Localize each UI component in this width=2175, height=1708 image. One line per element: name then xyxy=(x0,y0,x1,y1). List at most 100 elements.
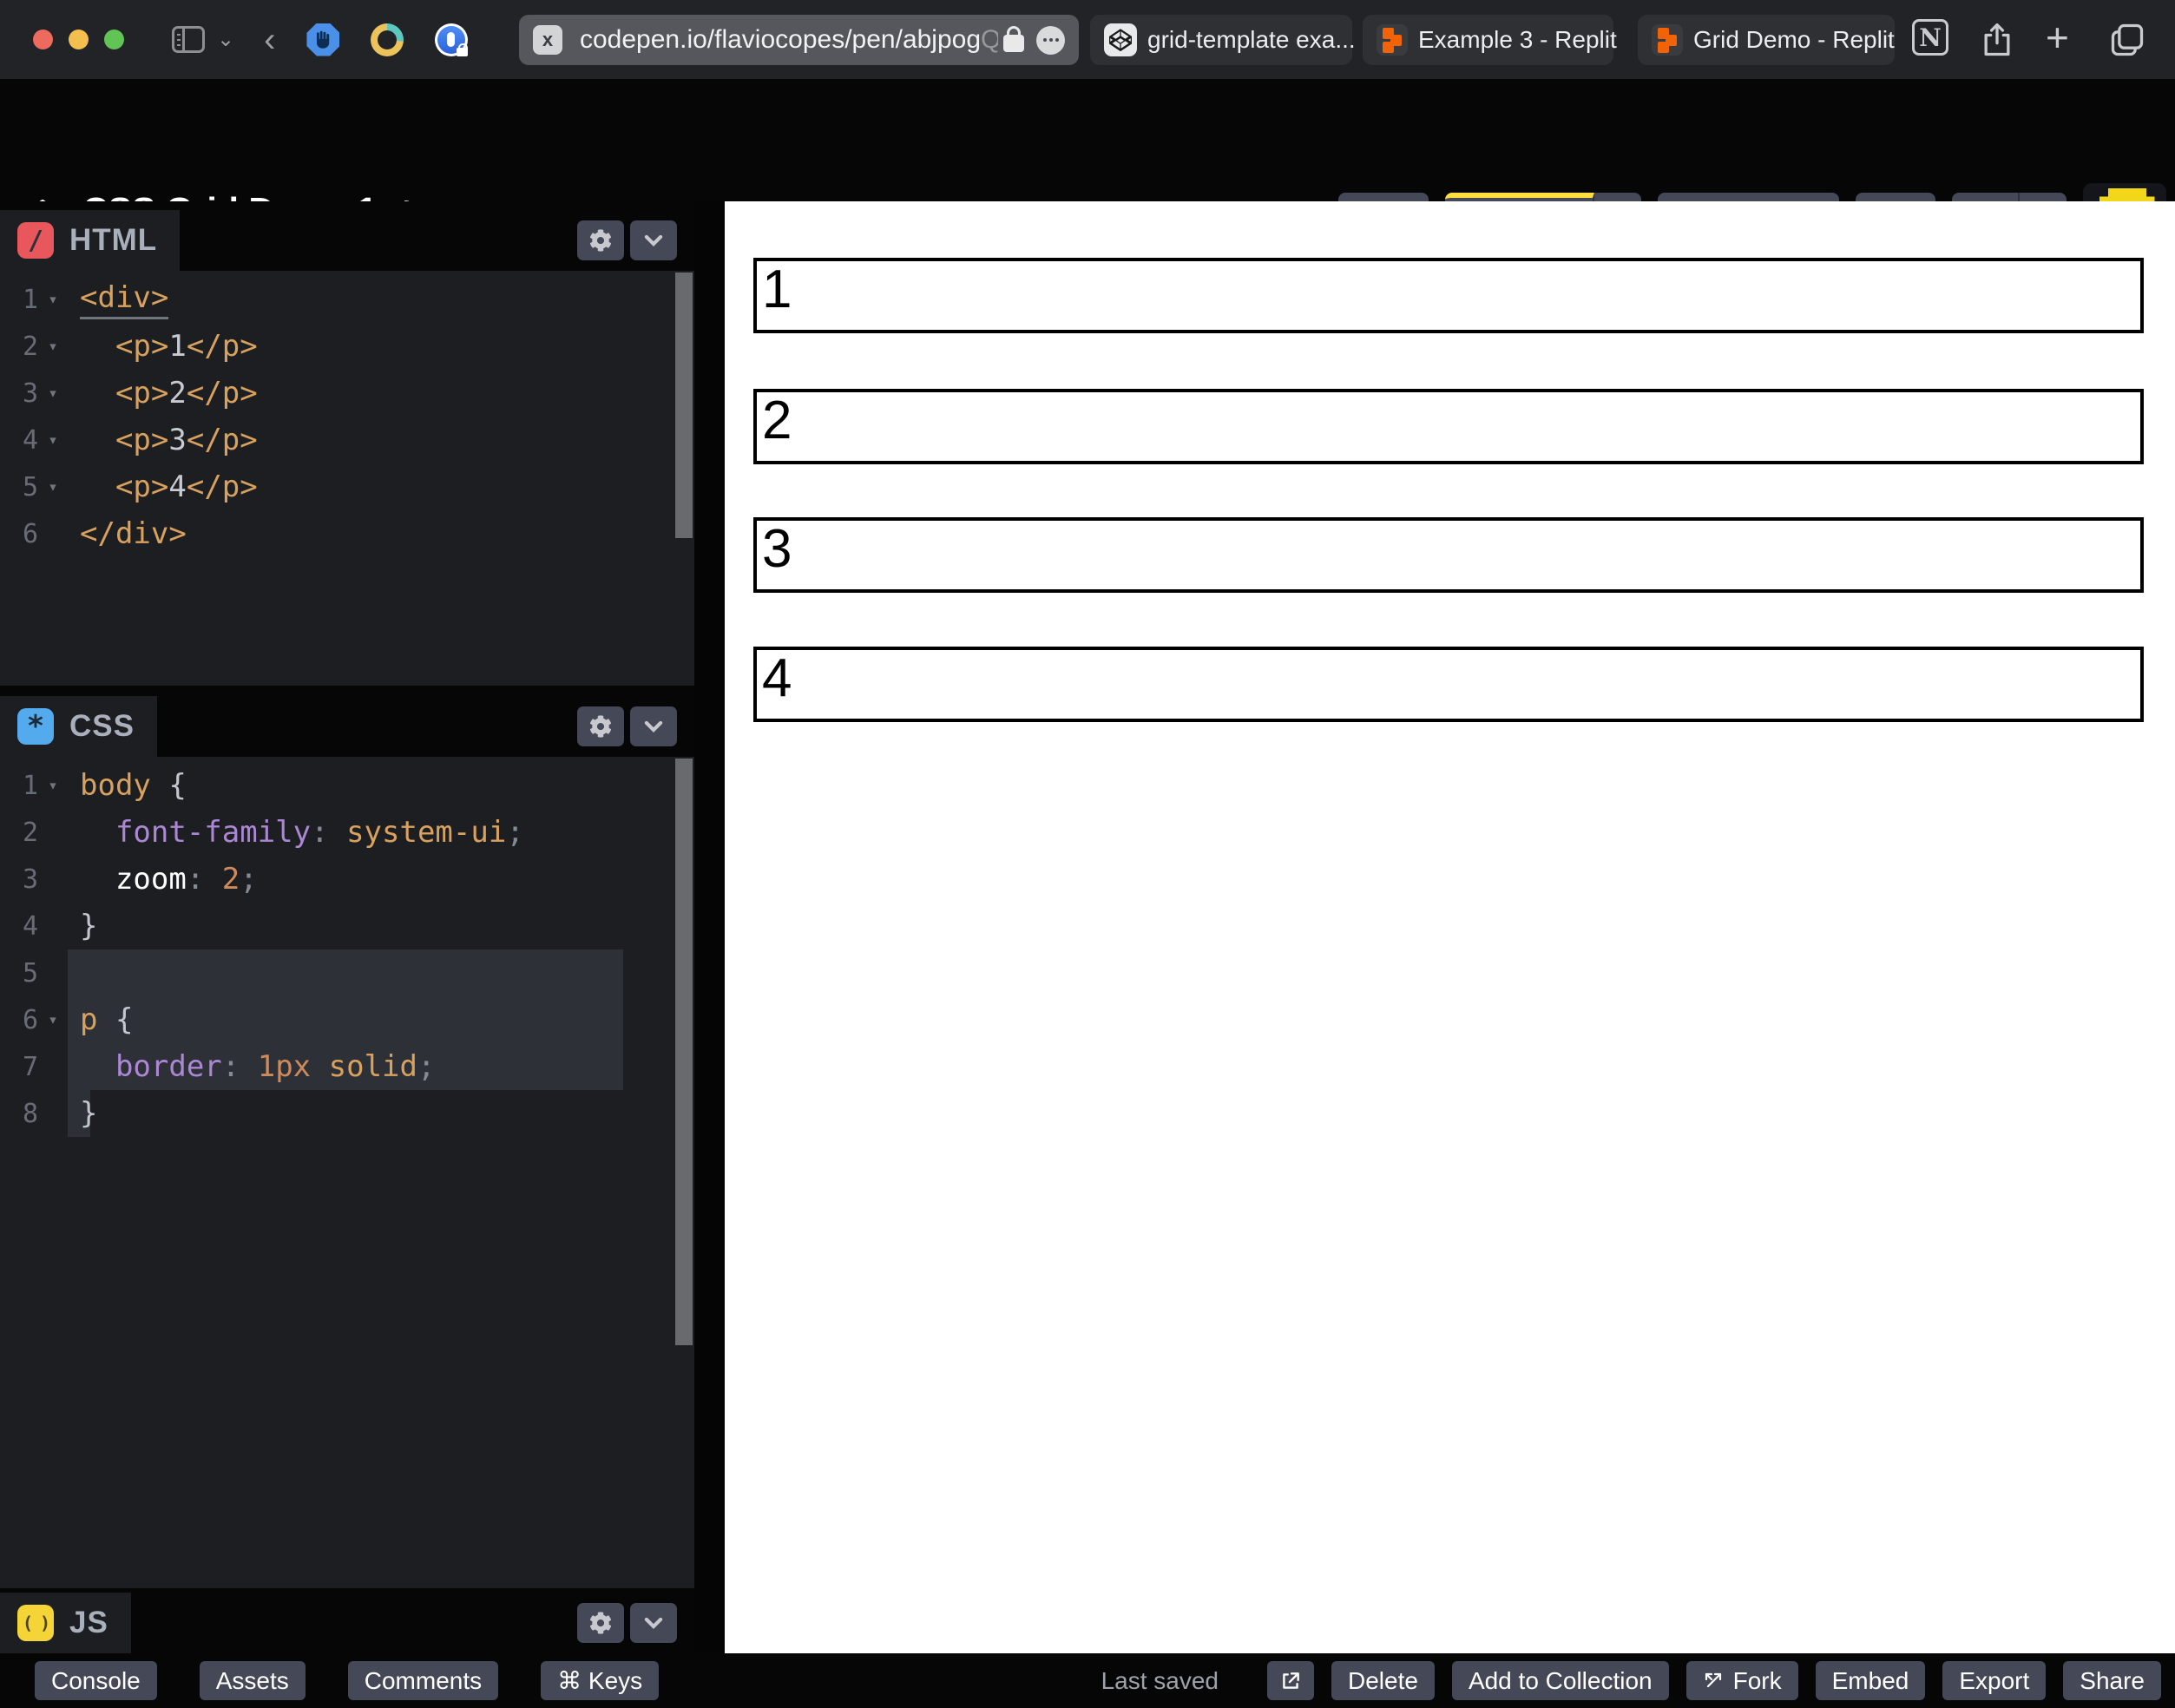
sidebar-chevron-icon[interactable]: ⌄ xyxy=(217,30,234,50)
line-number: 8 xyxy=(0,1099,38,1129)
css-panel-label: CSS xyxy=(69,709,135,744)
fold-arrow-icon[interactable]: ▾ xyxy=(38,290,68,309)
assets-button[interactable]: Assets xyxy=(200,1661,306,1700)
html-editor-scrollbar[interactable] xyxy=(675,273,693,538)
password-manager-extension-icon[interactable] xyxy=(435,23,468,56)
js-icon: ( ) xyxy=(17,1605,54,1641)
export-button[interactable]: Export xyxy=(1942,1661,2046,1700)
gear-icon xyxy=(589,715,612,738)
zoom-window-button[interactable] xyxy=(104,30,124,49)
chevron-down-icon xyxy=(642,229,665,252)
html-panel-bar: / HTML xyxy=(0,201,694,271)
css-collapse-button[interactable] xyxy=(630,706,677,746)
html-collapse-button[interactable] xyxy=(630,220,677,260)
html-panel-tab[interactable]: / HTML xyxy=(0,210,180,271)
css-code-editor[interactable]: 1▾body {2 font-family: system-ui;3 zoom:… xyxy=(0,757,694,1588)
timer-extension-icon[interactable] xyxy=(371,23,404,56)
fold-arrow-icon[interactable]: ▾ xyxy=(38,477,68,496)
chevron-down-icon xyxy=(642,715,665,738)
minimize-window-button[interactable] xyxy=(69,30,89,49)
line-number: 6 xyxy=(0,1005,38,1035)
gear-icon xyxy=(589,1612,612,1634)
back-button[interactable]: ‹ xyxy=(264,23,275,57)
fold-arrow-icon[interactable]: ▾ xyxy=(38,1010,68,1029)
replit-favicon xyxy=(1377,24,1408,56)
close-window-button[interactable] xyxy=(33,30,53,49)
chevron-down-icon xyxy=(642,1612,665,1634)
external-link-icon xyxy=(1279,1670,1302,1692)
delete-button[interactable]: Delete xyxy=(1331,1661,1435,1700)
fold-arrow-icon[interactable]: ▾ xyxy=(38,384,68,403)
code-text: <div> xyxy=(68,276,694,323)
code-text: font-family: system-ui; xyxy=(68,809,694,856)
code-text: <p>3</p> xyxy=(68,417,694,463)
line-number: 1 xyxy=(0,771,38,801)
tab-label: Grid Demo - Replit xyxy=(1693,26,1895,54)
css-editor-scrollbar[interactable] xyxy=(675,759,693,1345)
css-panel-tab[interactable]: * CSS xyxy=(0,696,157,757)
code-line: 6</div> xyxy=(0,510,694,557)
code-line: 4} xyxy=(0,903,694,949)
code-text: } xyxy=(68,1090,694,1137)
line-number: 2 xyxy=(0,332,38,362)
js-panel-bar: ( ) JS xyxy=(0,1588,694,1653)
gear-icon xyxy=(589,229,612,252)
js-panel-tab[interactable]: ( ) JS xyxy=(0,1593,131,1653)
fold-arrow-icon[interactable]: ▾ xyxy=(38,776,68,795)
browser-tab-example3[interactable]: Example 3 - Replit xyxy=(1363,15,1613,65)
sidebar-toggle-icon[interactable] xyxy=(172,26,205,53)
more-options-icon[interactable] xyxy=(1036,26,1065,55)
js-collapse-button[interactable] xyxy=(630,1603,677,1643)
preview-paragraph-3: 3 xyxy=(753,517,2144,593)
notion-extension-icon[interactable]: N xyxy=(1912,19,1948,56)
html-settings-gear-button[interactable] xyxy=(577,220,624,260)
content-blocker-extension-icon[interactable] xyxy=(306,23,339,56)
tab-label: grid-template exa... xyxy=(1147,26,1356,54)
code-line: 3 zoom: 2; xyxy=(0,856,694,903)
line-number: 5 xyxy=(0,472,38,503)
code-text: } xyxy=(68,903,694,949)
line-number: 5 xyxy=(0,958,38,989)
browser-toolbar: ⌄ ‹ x codepen.io/flaviocopes/pen/abjpogQ… xyxy=(0,0,2175,79)
html-code-editor[interactable]: 1▾<div>2▾ <p>1</p>3▾ <p>2</p>4▾ <p>3</p>… xyxy=(0,271,694,686)
url-text: codepen.io/flaviocopes/pen/abjpogQ?e xyxy=(580,25,998,55)
add-to-collection-button[interactable]: Add to Collection xyxy=(1452,1661,1669,1700)
css-settings-gear-button[interactable] xyxy=(577,706,624,746)
browser-tab-grid-template[interactable]: grid-template exa... xyxy=(1090,15,1352,65)
address-bar[interactable]: x codepen.io/flaviocopes/pen/abjpogQ?e xyxy=(519,15,1079,65)
css-panel-bar: * CSS xyxy=(0,686,694,757)
code-line: 8} xyxy=(0,1090,694,1137)
code-line: 5 xyxy=(0,949,694,996)
code-text: </div> xyxy=(68,510,694,557)
code-line: 1▾<div> xyxy=(0,276,694,323)
js-settings-gear-button[interactable] xyxy=(577,1603,624,1643)
open-in-new-window-button[interactable] xyxy=(1267,1661,1314,1700)
fold-arrow-icon[interactable]: ▾ xyxy=(38,430,68,450)
codepen-header: CSS Grid Demo 1 ✎ Flavio Copes ♥ Save Se… xyxy=(0,79,2175,201)
line-number: 3 xyxy=(0,864,38,895)
code-text: <p>4</p> xyxy=(68,463,694,510)
code-line: 2 font-family: system-ui; xyxy=(0,809,694,856)
embed-button[interactable]: Embed xyxy=(1816,1661,1926,1700)
fold-arrow-icon[interactable]: ▾ xyxy=(38,337,68,356)
fork-button[interactable]: Fork xyxy=(1686,1661,1798,1700)
line-number: 4 xyxy=(0,911,38,942)
result-preview-pane: 1 2 3 4 xyxy=(725,201,2175,1653)
tab-overview-icon[interactable] xyxy=(2108,21,2146,63)
comments-button[interactable]: Comments xyxy=(348,1661,498,1700)
new-tab-icon[interactable]: + xyxy=(2046,19,2069,56)
window-controls xyxy=(33,30,124,49)
share-button[interactable]: Share xyxy=(2063,1661,2161,1700)
keys-button[interactable]: ⌘ Keys xyxy=(541,1661,659,1700)
codepen-favicon xyxy=(1104,23,1137,56)
js-panel-label: JS xyxy=(69,1606,108,1640)
share-icon[interactable] xyxy=(1978,21,2016,63)
screenshot-root: ⌄ ‹ x codepen.io/flaviocopes/pen/abjpogQ… xyxy=(0,0,2175,1708)
console-button[interactable]: Console xyxy=(35,1661,157,1700)
code-text: zoom: 2; xyxy=(68,856,694,903)
code-line: 4▾ <p>3</p> xyxy=(0,417,694,463)
preview-paragraph-2: 2 xyxy=(753,389,2144,464)
html-icon: / xyxy=(17,222,54,259)
browser-tab-grid-demo[interactable]: Grid Demo - Replit xyxy=(1638,15,1895,65)
line-number: 2 xyxy=(0,818,38,848)
